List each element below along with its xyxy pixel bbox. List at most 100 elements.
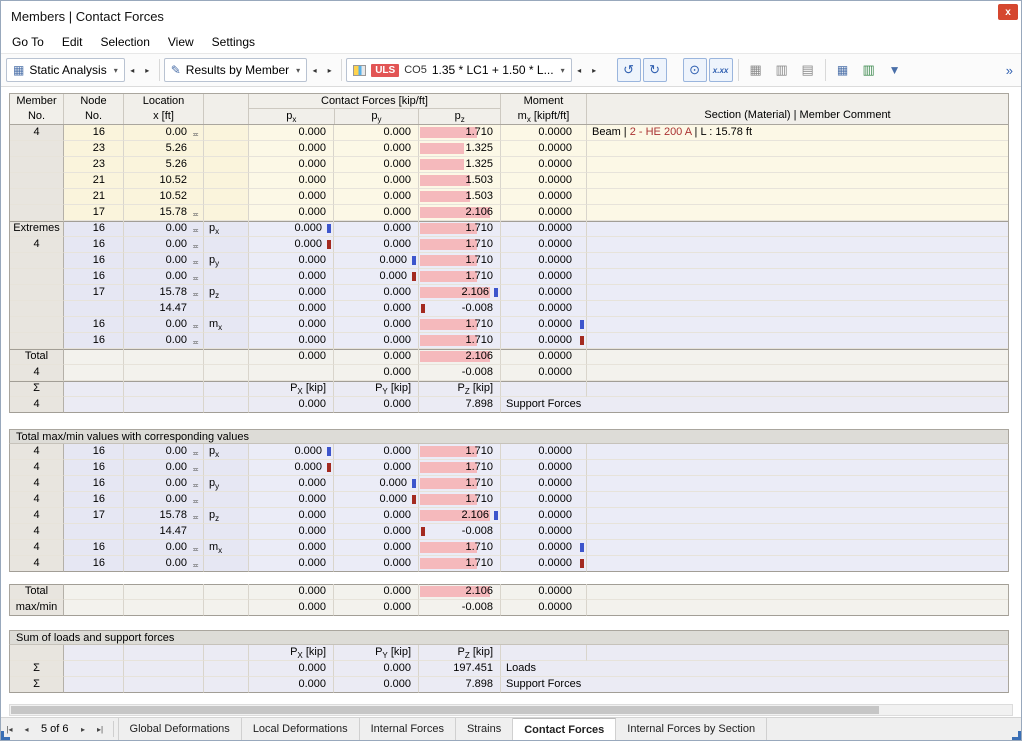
result-table-button[interactable]: ▦ [831, 58, 855, 82]
table-row[interactable]: 16 0.00 ≖ 0.000 0.000 1.710 0.0000 [9, 269, 1009, 285]
tab-local-deformations[interactable]: Local Deformations [242, 718, 360, 740]
table-row[interactable]: 16 0.00 ≖ py 0.000 0.000 1.710 0.0000 [9, 253, 1009, 269]
print-button[interactable]: ▤ [796, 58, 820, 82]
tab-internal-forces-by-section[interactable]: Internal Forces by Section [616, 718, 768, 740]
cell-px: 0.000 [249, 317, 334, 333]
analysis-selector[interactable]: ▦ Static Analysis ▾ [6, 58, 125, 82]
table-row[interactable]: 4 0.000 -0.008 0.0000 [9, 365, 1009, 381]
results-label: Results by Member [185, 63, 290, 77]
table-row[interactable]: 4 16 0.00 ≖ 0.000 0.000 1.710 0.0000 [9, 492, 1009, 508]
max-marker-icon [412, 479, 416, 488]
decimal-places-button[interactable]: x.xx [708, 58, 733, 82]
cell-pz: 2.106 [419, 285, 501, 301]
table-row[interactable]: 4 16 0.00 ≖ px 0.000 0.000 1.710 0.0000 [9, 444, 1009, 460]
next-page-button[interactable]: ▸ [75, 718, 92, 740]
cell-px: 0.000 [249, 524, 334, 540]
sum-header-z: PZ [kip] [419, 645, 501, 661]
table-row[interactable]: 4 16 0.00 ≖ py 0.000 0.000 1.710 0.0000 [9, 476, 1009, 492]
cell-px: 0.000 [249, 540, 334, 556]
load-combination-selector[interactable]: ULS CO5 1.35 * LC1 + 1.50 * L... ▾ [346, 58, 572, 82]
export-button[interactable]: ▥ [857, 58, 881, 82]
cell-location [124, 645, 204, 661]
table-row[interactable]: 4 0.000 0.000 7.898 Support Forces [9, 397, 1009, 413]
filter-button[interactable]: ▼ [883, 58, 907, 82]
scrollbar-thumb[interactable] [11, 706, 879, 714]
show-all-results-button[interactable]: ↻ [642, 58, 667, 82]
table-row[interactable]: 4 16 0.00 ≖ 0.000 0.000 1.710 0.0000 [9, 460, 1009, 476]
table-row[interactable]: Σ 0.000 0.000 197.451 Loads [9, 661, 1009, 677]
show-results-button[interactable]: ↺ [616, 58, 641, 82]
results-prev-button[interactable]: ◂ [307, 59, 322, 81]
table-row[interactable]: 4 14.47 0.000 0.000 -0.008 0.0000 [9, 524, 1009, 540]
cell-pz: 1.710 [419, 476, 501, 492]
cell-member [10, 157, 64, 173]
toolbar: ▦ Static Analysis ▾ ◂ ▸ ✎ Results by Mem… [1, 53, 1021, 87]
header-node: Node No. [64, 94, 124, 124]
table-row[interactable]: PX [kip] PY [kip] PZ [kip] [9, 645, 1009, 661]
horizontal-scrollbar[interactable] [9, 704, 1013, 716]
result-values-button[interactable]: ⊙ [682, 58, 707, 82]
table-row[interactable]: Σ PX [kip] PY [kip] PZ [kip] [9, 381, 1009, 397]
table-row[interactable]: 4 17 15.78 ≖ pz 0.000 0.000 2.106 0.0000 [9, 508, 1009, 524]
tab-internal-forces[interactable]: Internal Forces [360, 718, 456, 740]
table-row[interactable]: 16 0.00 ≖ mx 0.000 0.000 1.710 0.0000 [9, 317, 1009, 333]
cell-py: 0.000 [334, 677, 419, 693]
cell-py: 0.000 [334, 460, 419, 476]
cell-px: 0.000 [249, 125, 334, 141]
table-row[interactable]: Σ 0.000 0.000 7.898 Support Forces [9, 677, 1009, 693]
results-next-button[interactable]: ▸ [322, 59, 337, 81]
cell-member [10, 317, 64, 333]
cell-quantity [204, 492, 249, 508]
cell-member [10, 189, 64, 205]
window-resize-corner [1012, 731, 1021, 740]
cell-node: 16 [64, 221, 124, 237]
tab-contact-forces[interactable]: Contact Forces [513, 718, 617, 740]
menu-selection[interactable]: Selection [92, 33, 159, 51]
table-row[interactable]: 14.47 0.000 0.000 -0.008 0.0000 [9, 301, 1009, 317]
table-row[interactable]: 23 5.26 0.000 0.000 1.325 0.0000 [9, 141, 1009, 157]
menu-view[interactable]: View [159, 33, 203, 51]
analysis-next-button[interactable]: ▸ [140, 59, 155, 81]
toolbar-overflow-button[interactable]: » [1006, 63, 1016, 78]
table-row[interactable]: Extremes 16 0.00 ≖ px 0.000 0.000 1.710 0.0000 [9, 221, 1009, 237]
printer-icon: ▤ [801, 62, 814, 77]
last-page-button[interactable]: ▸| [92, 718, 109, 740]
table-row[interactable]: 4 16 0.00 ≖ 0.000 0.000 1.710 0.0000 [9, 237, 1009, 253]
cell-member: Σ [10, 677, 64, 693]
cell-location [124, 349, 204, 365]
menu-go-to[interactable]: Go To [3, 33, 53, 51]
table-row[interactable]: Total 0.000 0.000 2.106 0.0000 [9, 349, 1009, 365]
cell-member: 4 [10, 492, 64, 508]
cell-comment [587, 221, 1008, 237]
close-button[interactable]: x [998, 4, 1018, 20]
app-window: Members | Contact Forces x Go To Edit Sele… [0, 0, 1022, 741]
table-row[interactable]: 4 16 0.00 ≖ 0.000 0.000 1.710 0.0000 Beam | 2 - … [9, 125, 1009, 141]
table-row[interactable]: 16 0.00 ≖ 0.000 0.000 1.710 0.0000 [9, 333, 1009, 349]
combination-next-button[interactable]: ▸ [587, 59, 602, 81]
analysis-prev-button[interactable]: ◂ [125, 59, 140, 81]
cell-node: 23 [64, 157, 124, 173]
prev-page-button[interactable]: ◂ [18, 718, 35, 740]
support-icon: ≖ [192, 545, 199, 554]
table-settings-button[interactable]: ▦ [744, 58, 768, 82]
tab-global-deformations[interactable]: Global Deformations [117, 718, 242, 740]
table-row[interactable]: max/min 0.000 0.000 -0.008 0.0000 [9, 600, 1009, 616]
tab-strains[interactable]: Strains [456, 718, 514, 740]
table-row[interactable]: Total 0.000 0.000 2.106 0.0000 [9, 584, 1009, 600]
table-row[interactable]: 21 10.52 0.000 0.000 1.503 0.0000 [9, 189, 1009, 205]
cell-location: 14.47 [124, 301, 204, 317]
table-row[interactable]: 4 16 0.00 ≖ mx 0.000 0.000 1.710 0.0000 [9, 540, 1009, 556]
table-row[interactable]: 4 16 0.00 ≖ 0.000 0.000 1.710 0.0000 [9, 556, 1009, 572]
cell-node: 16 [64, 476, 124, 492]
menu-edit[interactable]: Edit [53, 33, 92, 51]
menu-settings[interactable]: Settings [203, 33, 264, 51]
combination-prev-button[interactable]: ◂ [572, 59, 587, 81]
table-row[interactable]: 17 15.78 ≖ pz 0.000 0.000 2.106 0.0000 [9, 285, 1009, 301]
toolbar-separator [824, 59, 826, 81]
table-row[interactable]: 21 10.52 0.000 0.000 1.503 0.0000 [9, 173, 1009, 189]
results-selector[interactable]: ✎ Results by Member ▾ [163, 58, 308, 82]
cell-node: 21 [64, 173, 124, 189]
table-export-button[interactable]: ▥ [770, 58, 794, 82]
table-row[interactable]: 23 5.26 0.000 0.000 1.325 0.0000 [9, 157, 1009, 173]
table-row[interactable]: 17 15.78 ≖ 0.000 0.000 2.106 0.0000 [9, 205, 1009, 221]
